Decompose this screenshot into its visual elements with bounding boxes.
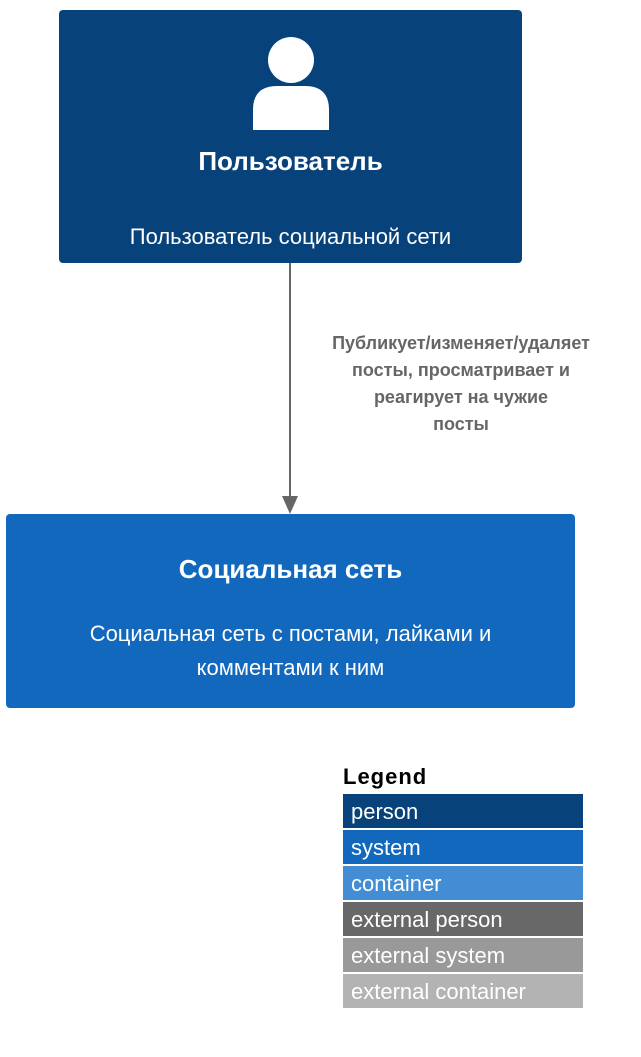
system-title: Социальная сеть (178, 554, 403, 584)
legend-item-external-container: external container (343, 974, 583, 1008)
relationship-label-line: посты (433, 414, 489, 434)
system-description: Социальная сеть с постами, лайками и ком… (16, 617, 565, 685)
legend-item-person: person (343, 794, 583, 828)
system-description-line: Социальная сеть с постами, лайками и (89, 621, 492, 646)
relationship-label-line: посты, просматривает и (352, 360, 570, 380)
system-description-line: комментами к ним (196, 655, 385, 680)
relationship-arrowhead (282, 496, 298, 514)
relationship-label: Публикует/изменяет/удаляет посты, просма… (288, 330, 634, 438)
legend-item-container: container (343, 866, 583, 900)
legend-title: Legend (343, 764, 428, 789)
system-node: Социальная сеть Социальная сеть с постам… (6, 514, 575, 708)
legend-item-system: system (343, 830, 583, 864)
relationship-label-line: реагирует на чужие (373, 387, 549, 407)
legend-item-external-person: external person (343, 902, 583, 936)
legend-item-external-system: external system (343, 938, 583, 972)
legend: Legend person system container external … (343, 764, 583, 1010)
relationship-label-line: Публикует/изменяет/удаляет (332, 333, 590, 353)
